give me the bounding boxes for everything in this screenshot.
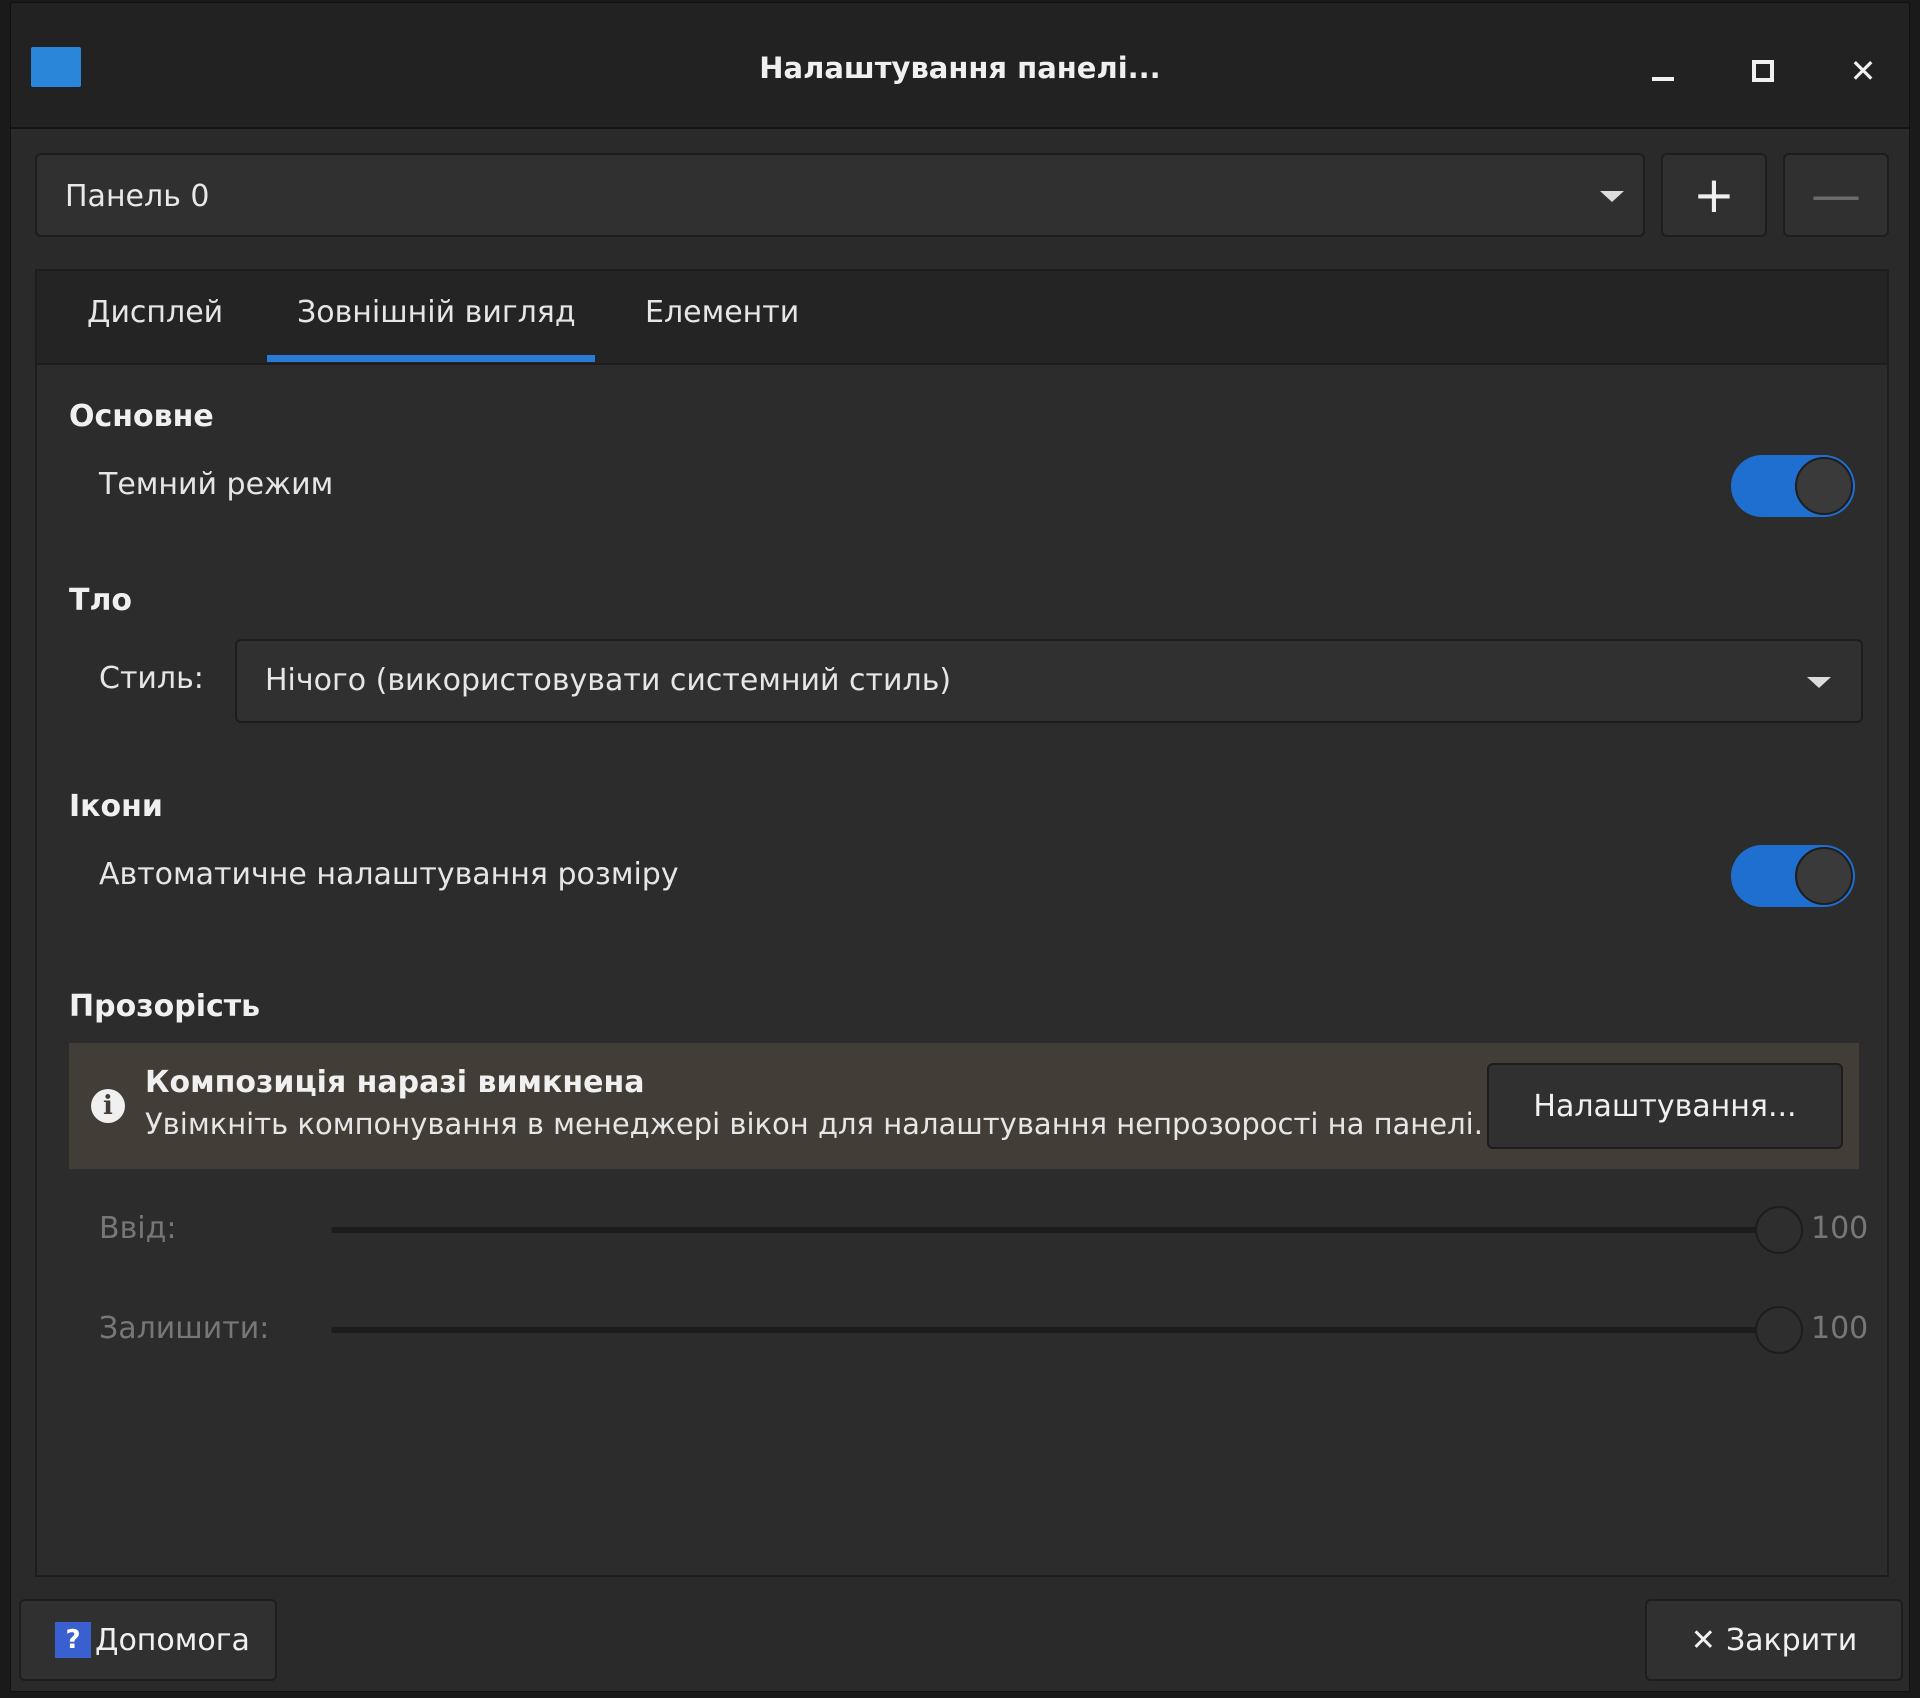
section-general-title: Основне: [69, 399, 214, 434]
panel-preferences-window: Налаштування панелі... ✕ Панель 0 + — Ди…: [10, 2, 1910, 1692]
panel-select-dropdown[interactable]: Панель 0: [35, 153, 1645, 237]
leave-opacity-value: 100: [1811, 1311, 1869, 1346]
minus-icon: —: [1811, 166, 1861, 224]
settings-notebook: Дисплей Зовнішній вигляд Елементи Основн…: [35, 269, 1889, 1577]
compositor-settings-label: Налаштування...: [1533, 1088, 1797, 1124]
dark-mode-switch[interactable]: [1731, 455, 1855, 517]
enter-opacity-slider-track[interactable]: [331, 1227, 1779, 1233]
section-background-title: Тло: [69, 583, 133, 618]
chevron-down-icon: [1600, 191, 1624, 202]
style-label: Стиль:: [99, 661, 204, 696]
tab-bar: Дисплей Зовнішній вигляд Елементи: [37, 271, 1887, 365]
switch-knob: [1795, 457, 1853, 515]
add-panel-button[interactable]: +: [1661, 153, 1767, 237]
background-style-value: Нічого (використовувати системний стиль): [265, 663, 952, 698]
help-label: Допомога: [95, 1622, 250, 1658]
minimize-button[interactable]: [1643, 51, 1683, 91]
info-icon: i: [91, 1089, 125, 1123]
enter-opacity-slider-handle[interactable]: [1755, 1206, 1803, 1254]
close-button[interactable]: ✕ Закрити: [1645, 1599, 1903, 1681]
section-opacity-title: Прозорість: [69, 989, 261, 1024]
window-title: Налаштування панелі...: [759, 51, 1161, 85]
auto-size-label: Автоматичне налаштування розміру: [99, 857, 679, 892]
title-bar[interactable]: Налаштування панелі... ✕: [11, 3, 1909, 129]
tab-items[interactable]: Елементи: [645, 295, 799, 330]
leave-opacity-slider-track[interactable]: [331, 1327, 1779, 1333]
help-button[interactable]: ? Допомога: [19, 1599, 277, 1681]
info-text: Увімкніть компонування в менеджері вікон…: [145, 1107, 1483, 1141]
switch-knob: [1795, 847, 1853, 905]
background-style-dropdown[interactable]: Нічого (використовувати системний стиль): [235, 639, 1863, 723]
enter-opacity-value: 100: [1811, 1211, 1869, 1246]
section-icons-title: Ікони: [69, 789, 163, 824]
tab-appearance[interactable]: Зовнішній вигляд: [297, 295, 576, 330]
close-window-button[interactable]: ✕: [1843, 51, 1883, 91]
close-icon: ✕: [1690, 1622, 1716, 1658]
plus-icon: +: [1693, 166, 1735, 224]
maximize-icon: [1752, 60, 1774, 82]
active-tab-indicator: [267, 355, 595, 362]
compositor-settings-button[interactable]: Налаштування...: [1487, 1063, 1843, 1149]
leave-opacity-slider-handle[interactable]: [1755, 1306, 1803, 1354]
maximize-button[interactable]: [1743, 51, 1783, 91]
remove-panel-button[interactable]: —: [1783, 153, 1889, 237]
minimize-icon: [1652, 77, 1674, 81]
leave-opacity-label: Залишити:: [99, 1311, 270, 1346]
info-title: Композиція наразі вимкнена: [145, 1065, 645, 1100]
auto-size-switch[interactable]: [1731, 845, 1855, 907]
panel-select-value: Панель 0: [65, 179, 210, 214]
help-icon: ?: [55, 1622, 91, 1658]
enter-opacity-label: Ввід:: [99, 1211, 177, 1246]
chevron-down-icon: [1807, 677, 1831, 688]
tab-display[interactable]: Дисплей: [87, 295, 223, 330]
close-label: Закрити: [1725, 1622, 1858, 1658]
compositing-info-bar: i Композиція наразі вимкнена Увімкніть к…: [69, 1043, 1859, 1169]
close-icon: ✕: [1849, 52, 1877, 90]
dark-mode-label: Темний режим: [99, 467, 334, 502]
